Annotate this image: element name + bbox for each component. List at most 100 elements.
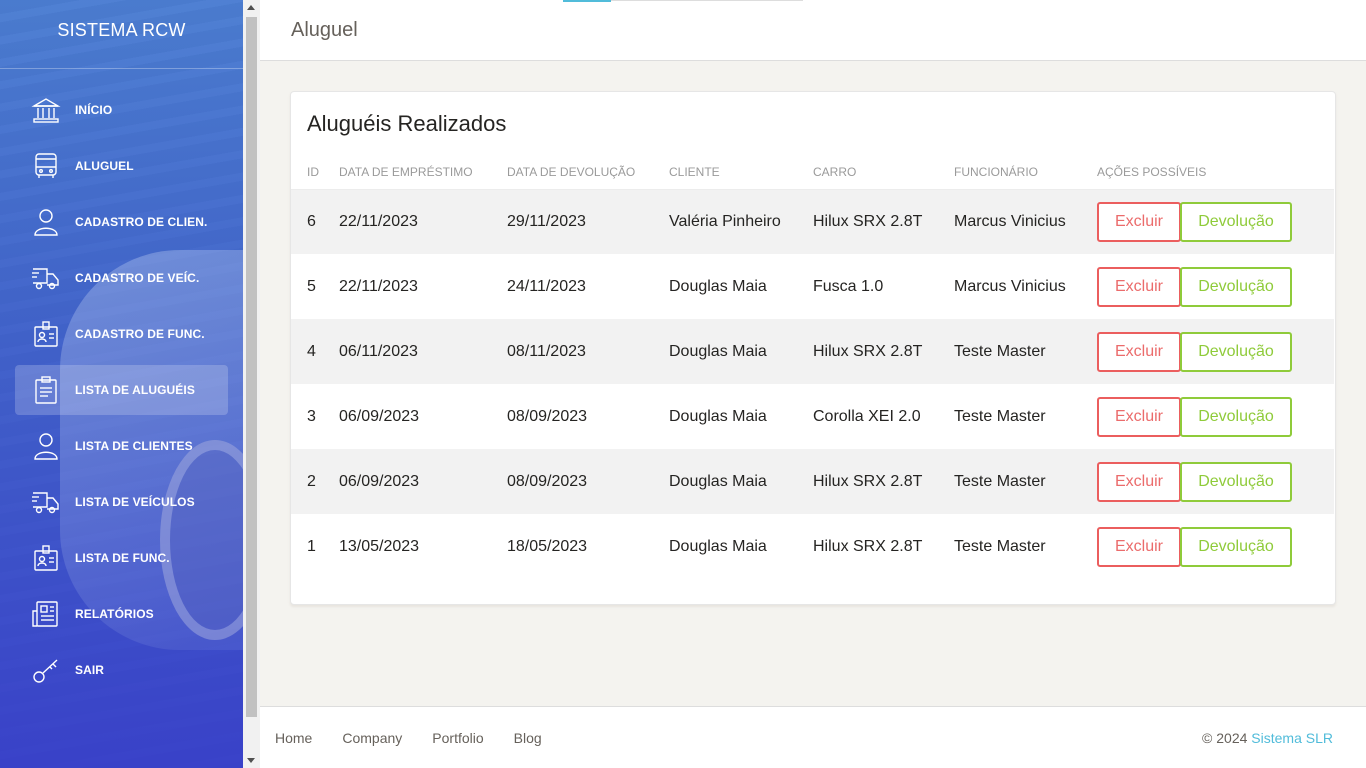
cell-return-date: 29/11/2023 bbox=[507, 189, 669, 254]
bank-icon bbox=[30, 94, 62, 126]
footer: Home Company Portfolio Blog © 2024 Siste… bbox=[260, 706, 1366, 768]
sidebar-item-0[interactable]: INÍCIO bbox=[15, 85, 228, 135]
cell-id: 6 bbox=[291, 189, 339, 254]
table-row: 4 06/11/2023 08/11/2023 Douglas Maia Hilux S… bbox=[291, 319, 1334, 384]
table-row: 1 13/05/2023 18/05/2023 Douglas Maia Hilux S… bbox=[291, 514, 1334, 579]
return-button[interactable]: Devolução bbox=[1180, 331, 1292, 372]
return-button[interactable]: Devolução bbox=[1180, 461, 1292, 502]
cell-actions: Excluir Devolução bbox=[1097, 254, 1334, 319]
scrollbar[interactable] bbox=[243, 0, 260, 768]
sidebar-item-6[interactable]: LISTA DE CLIENTES bbox=[15, 421, 228, 471]
page-title: Aluguel bbox=[291, 19, 358, 41]
table-header-row: ID DATA DE EMPRÉSTIMO DATA DE DEVOLUÇÃO … bbox=[291, 155, 1334, 190]
sidebar-item-4[interactable]: CADASTRO DE FUNC. bbox=[15, 309, 228, 359]
table-row: 5 22/11/2023 24/11/2023 Douglas Maia Fusca 1… bbox=[291, 254, 1334, 319]
sidebar-item-1[interactable]: ALUGUEL bbox=[15, 141, 228, 191]
scroll-down-icon[interactable] bbox=[247, 758, 255, 763]
cell-actions: Excluir Devolução bbox=[1097, 319, 1334, 384]
col-header-id: ID bbox=[291, 155, 339, 190]
cell-actions: Excluir Devolução bbox=[1097, 189, 1334, 254]
copyright-brand-link[interactable]: Sistema SLR bbox=[1251, 730, 1333, 746]
footer-link-company[interactable]: Company bbox=[342, 730, 402, 746]
table-row: 6 22/11/2023 29/11/2023 Valéria Pinheiro Hil… bbox=[291, 189, 1334, 254]
sidebar-item-label: LISTA DE VEÍCULOS bbox=[75, 495, 195, 509]
cell-employee: Marcus Vinicius bbox=[954, 277, 1066, 295]
cell-car: Hilux SRX 2.8T bbox=[813, 537, 923, 555]
col-header-return-date: DATA DE DEVOLUÇÃO bbox=[507, 155, 669, 190]
delivery-truck-icon bbox=[30, 486, 62, 518]
cell-employee: Teste Master bbox=[954, 319, 1097, 384]
brand-logo[interactable]: SISTEMA RCW bbox=[0, 0, 243, 69]
return-button[interactable]: Devolução bbox=[1180, 396, 1292, 437]
cell-actions: Excluir Devolução bbox=[1097, 384, 1334, 449]
cell-car: Hilux SRX 2.8T bbox=[813, 449, 954, 514]
sidebar-item-label: SAIR bbox=[75, 663, 105, 677]
cell-car: Hilux SRX 2.8T bbox=[813, 189, 954, 254]
col-header-car: CARRO bbox=[813, 155, 954, 190]
copyright: © 2024 Sistema SLR bbox=[1202, 730, 1333, 746]
cell-client: Douglas Maia bbox=[669, 407, 767, 425]
delete-button[interactable]: Excluir bbox=[1097, 461, 1181, 502]
delete-button[interactable]: Excluir bbox=[1097, 201, 1181, 242]
sidebar-item-label: CADASTRO DE FUNC. bbox=[75, 327, 205, 341]
return-button[interactable]: Devolução bbox=[1180, 526, 1292, 567]
cell-actions: Excluir Devolução bbox=[1097, 449, 1334, 514]
col-header-client: CLIENTE bbox=[669, 155, 813, 190]
bus-icon bbox=[30, 150, 62, 182]
delete-button[interactable]: Excluir bbox=[1097, 396, 1181, 437]
scrollbar-thumb[interactable] bbox=[246, 17, 257, 717]
badge-icon bbox=[30, 542, 62, 574]
rentals-card: Aluguéis Realizados ID DATA DE EMPRÉSTIM… bbox=[290, 91, 1336, 605]
cell-id: 1 bbox=[307, 537, 316, 555]
cell-loan-date: 06/11/2023 bbox=[339, 319, 507, 384]
sidebar-item-label: INÍCIO bbox=[75, 103, 113, 117]
cell-id: 3 bbox=[307, 407, 316, 425]
copyright-text: © 2024 bbox=[1202, 730, 1248, 746]
sidebar-item-9[interactable]: RELATÓRIOS bbox=[15, 589, 228, 639]
scroll-up-icon[interactable] bbox=[247, 5, 255, 10]
table-row: 2 06/09/2023 08/09/2023 Douglas Maia Hilux S… bbox=[291, 449, 1334, 514]
sidebar-item-label: RELATÓRIOS bbox=[75, 607, 154, 621]
sidebar-nav: INÍCIO ALUGUEL CADASTRO DE CLIEN. CADASTRO … bbox=[0, 85, 243, 701]
cell-car: Fusca 1.0 bbox=[813, 277, 884, 295]
sidebar-item-8[interactable]: LISTA DE FUNC. bbox=[15, 533, 228, 583]
sidebar-item-5[interactable]: LISTA DE ALUGUÉIS bbox=[15, 365, 228, 415]
cell-employee: Teste Master bbox=[954, 449, 1097, 514]
cell-loan-date: 06/09/2023 bbox=[339, 407, 420, 425]
sidebar-item-7[interactable]: LISTA DE VEÍCULOS bbox=[15, 477, 228, 527]
cell-id: 5 bbox=[307, 277, 316, 295]
cell-loan-date: 22/11/2023 bbox=[339, 189, 507, 254]
rentals-table: ID DATA DE EMPRÉSTIMO DATA DE DEVOLUÇÃO … bbox=[291, 155, 1334, 579]
sidebar-item-label: CADASTRO DE CLIEN. bbox=[75, 215, 208, 229]
delete-button[interactable]: Excluir bbox=[1097, 331, 1181, 372]
cell-employee: Teste Master bbox=[954, 537, 1046, 555]
sidebar-item-label: LISTA DE CLIENTES bbox=[75, 439, 193, 453]
user-icon bbox=[30, 206, 62, 238]
sidebar-item-label: CADASTRO DE VEÍC. bbox=[75, 271, 200, 285]
table-row: 3 06/09/2023 08/09/2023 Douglas Maia Corolla… bbox=[291, 384, 1334, 449]
sidebar-item-2[interactable]: CADASTRO DE CLIEN. bbox=[15, 197, 228, 247]
cell-loan-date: 13/05/2023 bbox=[339, 537, 420, 555]
footer-link-portfolio[interactable]: Portfolio bbox=[432, 730, 483, 746]
clipboard-icon bbox=[30, 374, 62, 406]
card-title: Aluguéis Realizados bbox=[307, 111, 507, 136]
delete-button[interactable]: Excluir bbox=[1097, 526, 1181, 567]
return-button[interactable]: Devolução bbox=[1180, 201, 1292, 242]
sidebar-item-10[interactable]: SAIR bbox=[15, 645, 228, 695]
col-header-actions: AÇÕES POSSÍVEIS bbox=[1097, 155, 1334, 190]
badge-icon bbox=[30, 318, 62, 350]
cell-return-date: 24/11/2023 bbox=[507, 277, 586, 295]
sidebar-item-label: ALUGUEL bbox=[75, 159, 134, 173]
sidebar-item-3[interactable]: CADASTRO DE VEÍC. bbox=[15, 253, 228, 303]
delete-button[interactable]: Excluir bbox=[1097, 266, 1181, 307]
report-icon bbox=[30, 598, 62, 630]
cell-return-date: 08/11/2023 bbox=[507, 319, 669, 384]
cell-car: Hilux SRX 2.8T bbox=[813, 319, 954, 384]
cell-return-date: 18/05/2023 bbox=[507, 537, 588, 555]
cell-client: Douglas Maia bbox=[669, 449, 813, 514]
return-button[interactable]: Devolução bbox=[1180, 266, 1292, 307]
cell-return-date: 08/09/2023 bbox=[507, 449, 669, 514]
footer-link-home[interactable]: Home bbox=[275, 730, 312, 746]
sidebar: SISTEMA RCW INÍCIO ALUGUEL CADASTRO DE CLI… bbox=[0, 0, 243, 768]
footer-link-blog[interactable]: Blog bbox=[514, 730, 542, 746]
